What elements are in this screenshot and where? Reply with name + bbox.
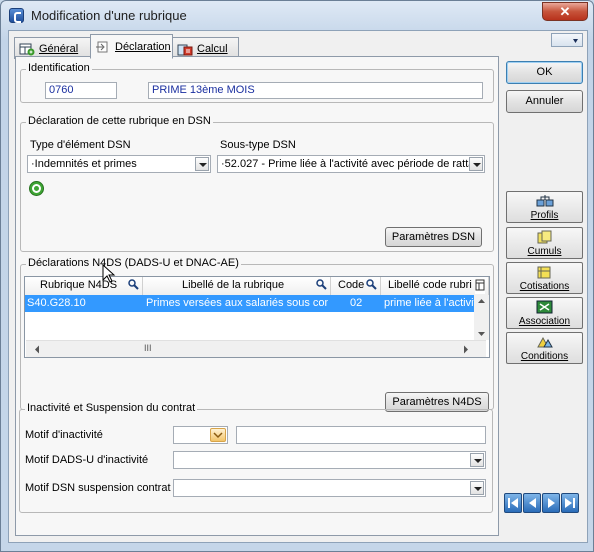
motif-dads-select[interactable] [173, 451, 486, 469]
inactivite-group-label: Inactivité et Suspension du contrat [25, 402, 198, 414]
last-record-button[interactable] [561, 493, 579, 513]
cell-libelle-code: prime liée à l'activit [384, 297, 476, 309]
cumuls-icon [536, 230, 554, 244]
motif-inactivite-text[interactable] [236, 426, 486, 444]
chevron-down-icon [470, 453, 484, 467]
close-button[interactable]: ✕ [542, 2, 588, 21]
profils-button[interactable]: Profils [506, 191, 583, 223]
dsn-group-label: Déclaration de cette rubrique en DSN [26, 115, 213, 127]
calculator-icon [177, 42, 193, 56]
association-button[interactable]: Association [506, 297, 583, 329]
search-icon[interactable] [316, 279, 327, 293]
profiles-icon [536, 194, 554, 208]
col-header-libelle-code[interactable]: Libellé code rubri [381, 277, 489, 295]
dsn-subtype-label: Sous-type DSN [220, 139, 296, 151]
code-field[interactable]: 0760 [45, 82, 117, 99]
motif-dads-label: Motif DADS-U d'inactivité [25, 454, 149, 466]
motif-dsn-select[interactable] [173, 479, 486, 497]
cumuls-button[interactable]: Cumuls [506, 227, 583, 259]
arrow-doc-icon [95, 40, 111, 54]
next-record-button[interactable] [542, 493, 560, 513]
chevron-down-icon [210, 428, 226, 442]
dialog-window: Modification d'une rubrique ✕ Général Dé… [0, 0, 594, 552]
cotisations-button[interactable]: Cotisations [506, 262, 583, 294]
options-menu-button[interactable] [551, 33, 583, 47]
motif-inactivite-select[interactable] [173, 426, 228, 444]
conditions-label: Conditions [520, 351, 569, 362]
cancel-button[interactable]: Annuler [506, 90, 583, 113]
association-icon [536, 300, 554, 314]
cumuls-label: Cumuls [527, 246, 562, 257]
profils-label: Profils [530, 210, 559, 221]
dsn-group: Déclaration de cette rubrique en DSN Typ… [20, 115, 494, 252]
table-row[interactable]: S40.G28.10 Primes versées aux salariés s… [25, 295, 485, 312]
dsn-type-select[interactable]: ·Indemnités et primes [27, 155, 211, 173]
cell-libelle: Primes versées aux salariés sous contra [146, 297, 328, 309]
chevron-down-icon [470, 481, 484, 495]
dsn-type-label: Type d'élément DSN [30, 139, 131, 151]
window-title: Modification d'une rubrique [31, 8, 187, 23]
identification-label: Identification [26, 62, 92, 74]
conditions-icon [536, 335, 554, 349]
vertical-scrollbar[interactable] [474, 295, 489, 340]
column-chooser-icon[interactable] [475, 279, 485, 294]
dsn-params-button[interactable]: Paramètres DSN [385, 227, 482, 247]
cell-rubrique: S40.G28.10 [27, 297, 86, 309]
app-icon [9, 8, 24, 23]
dsn-type-value: ·Indemnités et primes [31, 158, 137, 170]
title-bar[interactable]: Modification d'une rubrique ✕ [1, 1, 593, 29]
col-header-libelle[interactable]: Libellé de la rubrique [143, 277, 331, 295]
first-record-button[interactable] [504, 493, 522, 513]
col-header-code[interactable]: Code [331, 277, 381, 295]
previous-record-button[interactable] [523, 493, 541, 513]
cotisations-label: Cotisations [519, 281, 570, 292]
n4ds-group-label: Déclarations N4DS (DADS-U et DNAC-AE) [26, 257, 241, 269]
tab-declaration-label: Déclaration [115, 40, 171, 53]
horizontal-scrollbar[interactable]: III [26, 340, 486, 357]
scroll-thumb-grip[interactable]: III [144, 343, 152, 353]
ok-button[interactable]: OK [506, 61, 583, 84]
association-label: Association [518, 316, 571, 327]
cotisations-icon [536, 265, 554, 279]
name-field[interactable]: PRIME 13ème MOIS [148, 82, 483, 99]
dsn-subtype-value: ·52.027 - Prime liée à l'activité avec p… [221, 158, 475, 170]
search-icon[interactable] [128, 279, 139, 293]
search-icon[interactable] [366, 279, 377, 293]
dialog-client: Général Déclaration Calcul Identificatio… [8, 30, 588, 543]
mouse-cursor-icon [102, 263, 116, 287]
tab-general-label: Général [39, 42, 79, 55]
conditions-button[interactable]: Conditions [506, 332, 583, 364]
chevron-down-icon [195, 157, 209, 171]
dsn-subtype-select[interactable]: ·52.027 - Prime liée à l'activité avec p… [217, 155, 485, 173]
cell-code: 02 [350, 297, 363, 309]
col-header-rubrique[interactable]: Rubrique N4DS [25, 277, 143, 295]
add-icon[interactable] [29, 181, 44, 196]
identification-group: Identification 0760 PRIME 13ème MOIS [20, 62, 494, 103]
motif-dsn-label: Motif DSN suspension contrat [25, 482, 171, 494]
chevron-down-icon [469, 157, 483, 171]
grid-add-icon [19, 42, 35, 56]
n4ds-table[interactable]: Rubrique N4DS Libellé de la rubrique Cod… [24, 276, 490, 358]
motif-inactivite-label: Motif d'inactivité [25, 429, 103, 441]
tab-declaration[interactable]: Déclaration [90, 34, 173, 59]
inactivite-group: Inactivité et Suspension du contrat Moti… [19, 402, 493, 513]
tab-calcul-label: Calcul [197, 42, 228, 55]
